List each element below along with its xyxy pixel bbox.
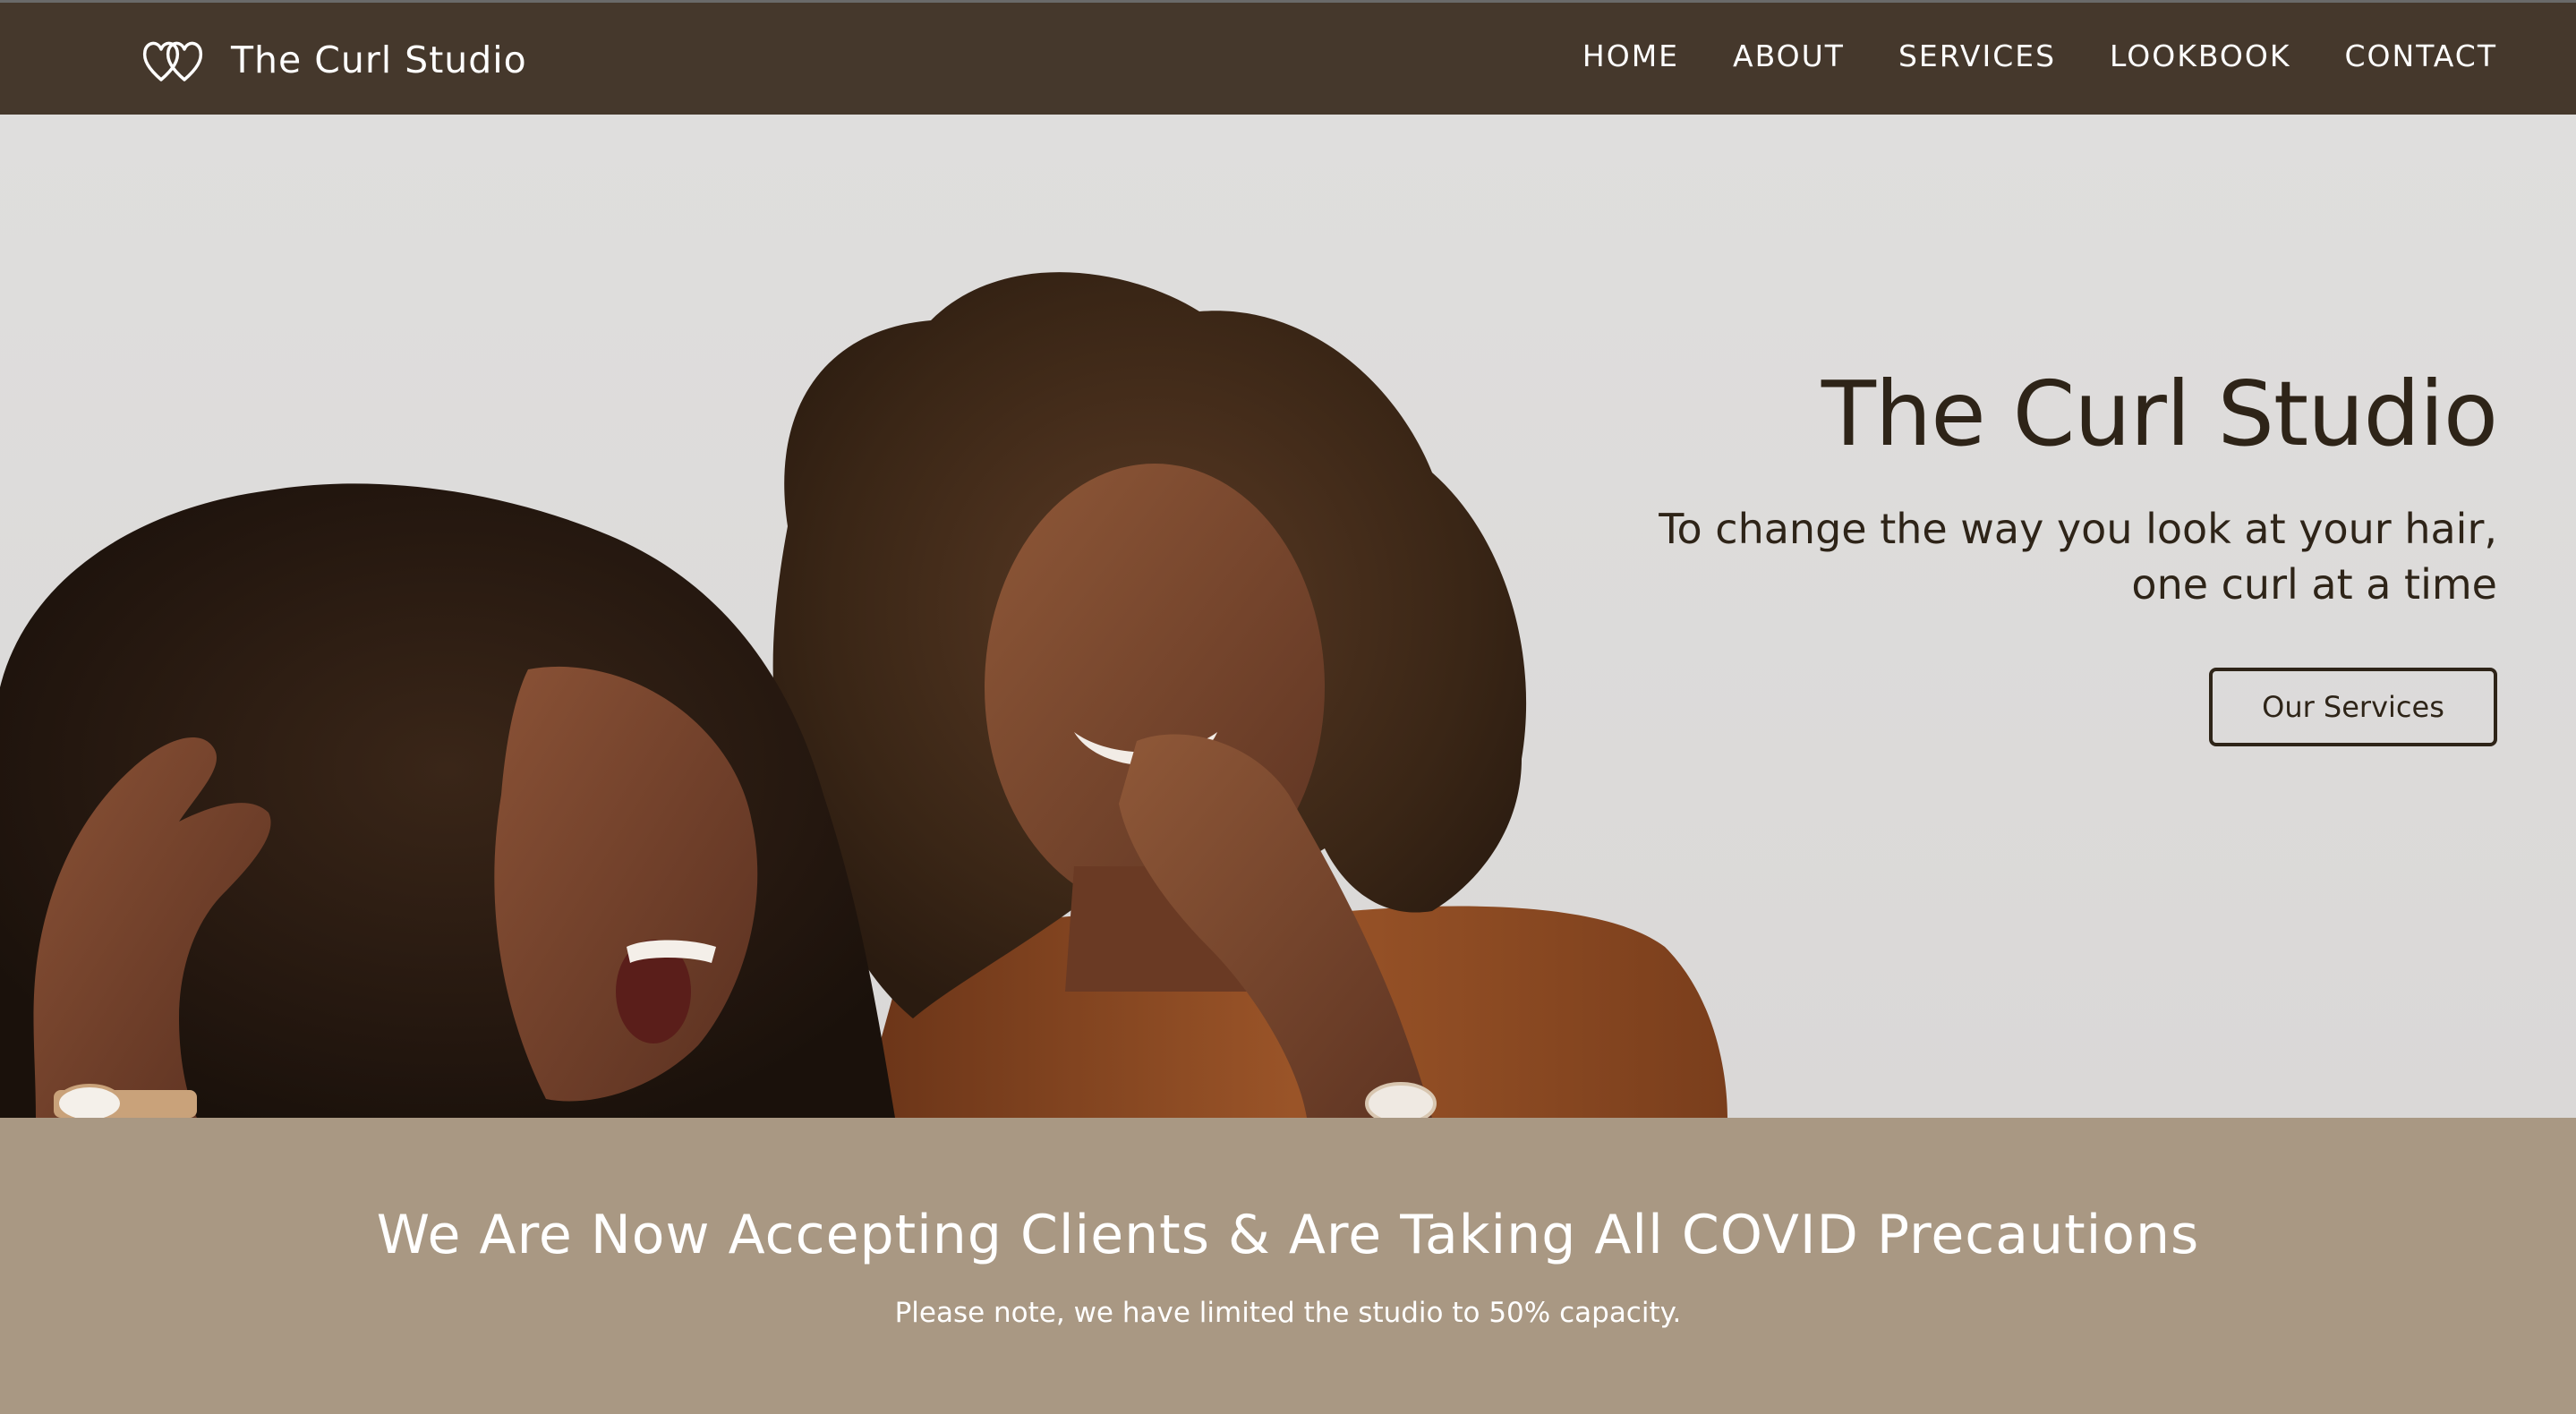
notice-subtitle: Please note, we have limited the studio … — [894, 1297, 1682, 1329]
hero-text-block: The Curl Studio To change the way you lo… — [1423, 362, 2498, 746]
nav-lookbook[interactable]: LOOKBOOK — [2110, 38, 2290, 73]
nav-about[interactable]: ABOUT — [1733, 38, 1845, 73]
hero-tagline-line2: one curl at a time — [2131, 560, 2497, 609]
site-header: The Curl Studio HOME ABOUT SERVICES LOOK… — [0, 0, 2576, 115]
hero-tagline-line1: To change the way you look at your hair, — [1659, 505, 2497, 553]
hero-tagline: To change the way you look at your hair,… — [1423, 501, 2497, 612]
main-nav: HOME ABOUT SERVICES LOOKBOOK CONTACT — [1529, 38, 2497, 73]
brand-name: The Curl Studio — [231, 38, 527, 81]
covid-notice-section: We Are Now Accepting Clients & Are Takin… — [0, 1118, 2576, 1414]
nav-services[interactable]: SERVICES — [1898, 38, 2056, 73]
our-services-button[interactable]: Our Services — [2209, 668, 2497, 746]
nav-contact[interactable]: CONTACT — [2345, 38, 2498, 73]
hero-section: The Curl Studio To change the way you lo… — [0, 115, 2576, 1118]
nav-home[interactable]: HOME — [1582, 38, 1679, 73]
hero-title: The Curl Studio — [1821, 362, 2498, 466]
double-heart-icon — [142, 41, 203, 81]
notice-title: We Are Now Accepting Clients & Are Takin… — [376, 1204, 2200, 1266]
brand[interactable]: The Curl Studio — [141, 33, 527, 87]
